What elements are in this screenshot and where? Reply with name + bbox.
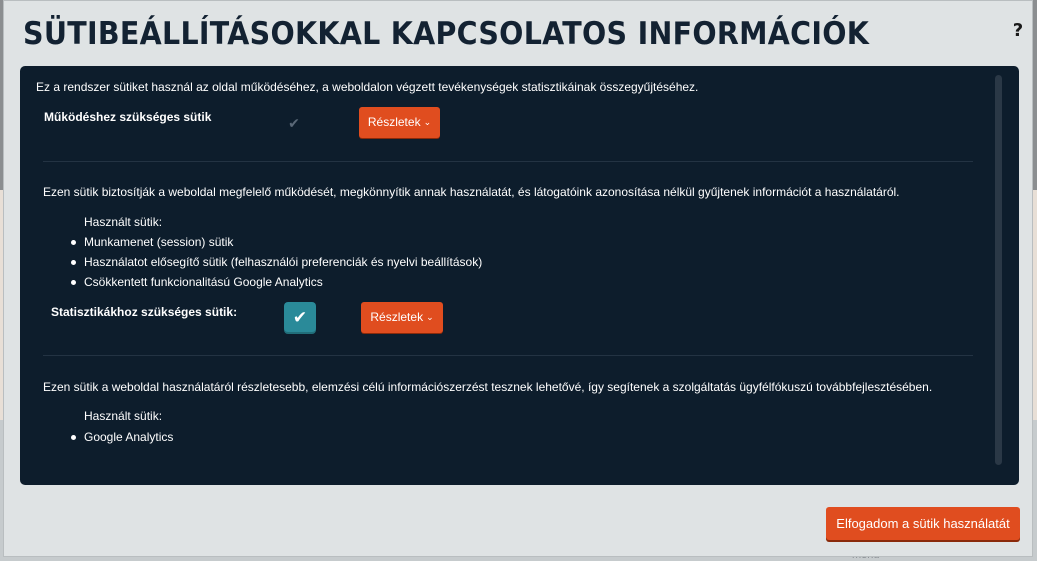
help-icon[interactable]: ? [1010, 20, 1026, 42]
statistics-description: Ezen sütik a weboldal használatáról rész… [43, 380, 933, 394]
list-item: Csökkentett funkcionalitású Google Analy… [69, 272, 482, 292]
accept-cookies-button[interactable]: Elfogadom a sütik használatát [826, 507, 1020, 540]
statistics-used-title: Használt sütik: [84, 409, 163, 423]
statistics-cookie-list: Google Analytics [69, 427, 173, 447]
section-divider [43, 161, 973, 162]
necessary-checkbox-icon: ✔ [288, 115, 300, 131]
necessary-description: Ezen sütik biztosítják a weboldal megfel… [43, 185, 900, 199]
details-button-statistics[interactable]: Részletek ⌄ [361, 302, 443, 333]
chevron-down-icon: ⌄ [426, 312, 434, 322]
category-label-necessary: Működéshez szükséges sütik [44, 110, 212, 124]
intro-text: Ez a rendszer sütiket használ az oldal m… [36, 80, 699, 94]
list-item: Használatot elősegítő sütik (felhasználó… [69, 252, 482, 272]
details-button-necessary[interactable]: Részletek ⌄ [359, 107, 440, 138]
category-label-statistics: Statisztikákhoz szükséges sütik: [51, 305, 238, 319]
details-button-label: Részletek [367, 115, 421, 129]
details-button-label: Részletek [370, 310, 424, 324]
modal-title: SÜTIBEÁLLÍTÁSOKKAL KAPCSOLATOS INFORMÁCI… [23, 16, 870, 52]
cookie-info-panel: Ez a rendszer sütiket használ az oldal m… [20, 66, 1019, 485]
chevron-down-icon: ⌄ [423, 117, 432, 127]
panel-scrollbar[interactable] [995, 75, 1002, 465]
statistics-checkbox[interactable]: ✔ [284, 302, 316, 334]
section-divider [43, 355, 973, 356]
necessary-used-title: Használt sütik: [84, 215, 163, 229]
list-item: Google Analytics [69, 427, 173, 447]
list-item: Munkamenet (session) sütik [69, 232, 482, 252]
necessary-cookie-list: Munkamenet (session) sütik Használatot e… [69, 232, 482, 292]
